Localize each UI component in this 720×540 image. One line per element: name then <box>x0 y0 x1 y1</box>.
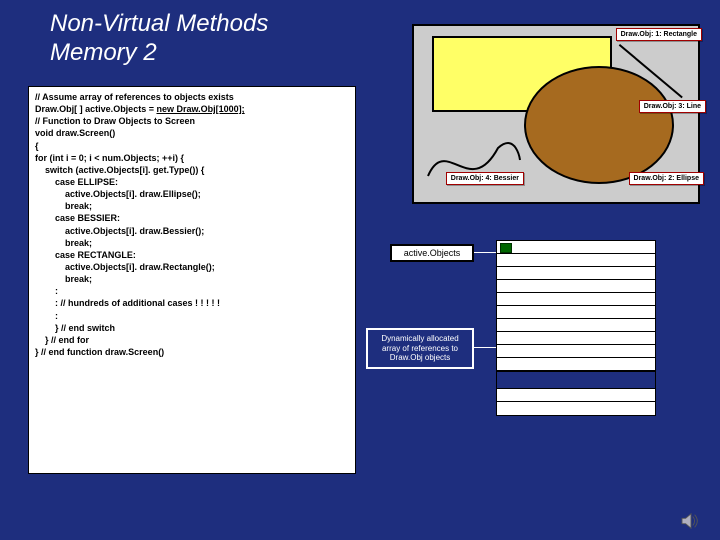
array-cell <box>497 389 655 402</box>
array-cell <box>497 280 655 293</box>
array-cell <box>497 241 655 254</box>
code-line: break; <box>35 237 349 249</box>
array-ellipsis <box>497 371 655 389</box>
title-line-1: Non-Virtual Methods <box>50 10 268 37</box>
code-line: active.Objects[i]. draw.Ellipse(); <box>35 188 349 200</box>
code-line: switch (active.Objects[i]. get.Type()) { <box>35 164 349 176</box>
code-line: // Assume array of references to objects… <box>35 91 349 103</box>
label-ellipse: Draw.Obj: 2: Ellipse <box>629 172 704 185</box>
code-line: break; <box>35 273 349 285</box>
sound-icon[interactable] <box>680 512 702 530</box>
code-line: break; <box>35 200 349 212</box>
connector-line <box>474 347 496 348</box>
label-line: Draw.Obj: 3: Line <box>639 100 706 113</box>
array-cell <box>497 345 655 358</box>
code-line: for (int i = 0; i < num.Objects; ++i) { <box>35 152 349 164</box>
code-line: Draw.Obj[ ] active.Objects = new Draw.Ob… <box>35 103 349 115</box>
connector-line <box>474 252 496 253</box>
code-line: active.Objects[i]. draw.Bessier(); <box>35 225 349 237</box>
label-bessier: Draw.Obj: 4: Bessier <box>446 172 524 185</box>
code-line: // Function to Draw Objects to Screen <box>35 115 349 127</box>
reference-array <box>496 240 656 416</box>
code-line: } // end function draw.Screen() <box>35 346 349 358</box>
array-cell <box>497 306 655 319</box>
dynamic-array-caption: Dynamically allocated array of reference… <box>366 328 474 369</box>
shape-ellipse <box>524 66 674 184</box>
code-listing: // Assume array of references to objects… <box>28 86 356 474</box>
code-line: { <box>35 140 349 152</box>
code-line: : <box>35 310 349 322</box>
code-line: } // end for <box>35 334 349 346</box>
label-rectangle: Draw.Obj: 1: Rectangle <box>616 28 702 41</box>
active-objects-label: active.Objects <box>390 244 474 262</box>
code-line: case BESSIER: <box>35 212 349 224</box>
array-cell <box>497 319 655 332</box>
code-line: } // end switch <box>35 322 349 334</box>
code-line: : // hundreds of additional cases ! ! ! … <box>35 297 349 309</box>
title-line-2: Memory 2 <box>50 39 157 66</box>
array-cell <box>497 267 655 280</box>
code-line: : <box>35 285 349 297</box>
array-cell <box>497 402 655 415</box>
array-cell <box>497 358 655 371</box>
code-line: case ELLIPSE: <box>35 176 349 188</box>
array-cell <box>497 293 655 306</box>
code-line: active.Objects[i]. draw.Rectangle(); <box>35 261 349 273</box>
array-cell <box>497 332 655 345</box>
array-cell <box>497 254 655 267</box>
code-line: case RECTANGLE: <box>35 249 349 261</box>
code-line: void draw.Screen() <box>35 127 349 139</box>
